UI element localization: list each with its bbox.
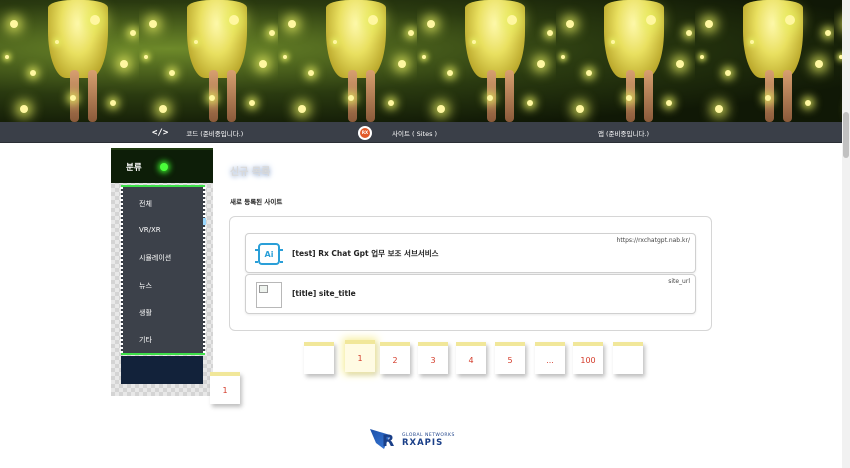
category-item-other[interactable]: 기타: [139, 335, 152, 345]
section-subtitle: 새로 등록된 사이트: [230, 198, 283, 206]
floating-page-button[interactable]: 1: [210, 372, 240, 404]
page: </> 코드 (준비중입니다.) RX 사이트 ( Sites ) 앱 (준비중…: [0, 0, 850, 468]
category-scroll-marker: [203, 218, 206, 225]
nav-app-label: 앱 (준비중입니다.): [598, 129, 650, 138]
page-button-last[interactable]: 100: [573, 342, 603, 374]
rxapis-logo-icon: R: [370, 427, 400, 453]
page-button[interactable]: 3: [418, 342, 448, 374]
page-button[interactable]: 4: [456, 342, 486, 374]
status-indicator-dot: [159, 162, 168, 171]
page-title: 신규 목록: [230, 167, 271, 178]
page-button-current[interactable]: 1: [345, 340, 375, 372]
page-ellipsis: ...: [535, 342, 565, 374]
category-item-news[interactable]: 뉴스: [139, 281, 152, 291]
site-url[interactable]: https://rxchatgpt.nab.kr/: [617, 237, 690, 244]
site-url[interactable]: site_url: [668, 278, 690, 285]
page-button[interactable]: 2: [380, 342, 410, 374]
banner-tile: [556, 0, 695, 122]
banner-tile: [0, 0, 139, 122]
ai-chip-icon: Ai: [255, 243, 283, 265]
banner-tile: [834, 0, 842, 122]
header-banner-image: [0, 0, 842, 122]
banner-tile: [278, 0, 417, 122]
footer-logo[interactable]: R GLOBAL NETWORKS RXAPIS: [370, 426, 455, 454]
site-card[interactable]: Ai [test] Rx Chat Gpt 업무 보조 서브서비스 https:…: [245, 233, 696, 273]
vertical-scrollbar[interactable]: [842, 0, 850, 468]
category-list: 전체 VR/XR 시뮬레이션 뉴스 생활 기타: [120, 185, 206, 355]
site-title[interactable]: [test] Rx Chat Gpt 업무 보조 서브서비스: [292, 248, 439, 259]
top-navbar: </> 코드 (준비중입니다.) RX 사이트 ( Sites ) 앱 (준비중…: [0, 122, 842, 143]
page-next-button[interactable]: [613, 342, 643, 374]
sidebar-title: 분류: [126, 162, 142, 173]
category-item-life[interactable]: 생활: [139, 308, 152, 318]
category-item-simulation[interactable]: 시뮬레이션: [139, 253, 171, 263]
page-button[interactable]: 5: [495, 342, 525, 374]
site-thumbnail: [256, 282, 282, 308]
logo-tagline: GLOBAL NETWORKS: [402, 432, 455, 438]
category-item-all[interactable]: 전체: [139, 199, 152, 209]
page-first-button[interactable]: [304, 342, 334, 374]
category-item-vrxr[interactable]: VR/XR: [139, 226, 161, 234]
sidebar-footer: [121, 356, 203, 384]
nav-code-label: 코드 (준비중입니다.): [186, 129, 244, 138]
sidebar-header: 분류: [111, 148, 213, 183]
nav-item-app[interactable]: 앱 (준비중입니다.): [598, 122, 649, 143]
rx-logo-icon: RX: [358, 125, 372, 140]
banner-tile: [695, 0, 834, 122]
banner-tile: [417, 0, 556, 122]
nav-item-sites[interactable]: RX 사이트 ( Sites ): [358, 122, 437, 143]
broken-image-icon: [256, 282, 282, 308]
site-card[interactable]: [title] site_title site_url: [245, 274, 696, 314]
site-thumbnail: Ai: [255, 241, 283, 267]
nav-sites-label: 사이트 ( Sites ): [392, 129, 438, 138]
scrollbar-thumb[interactable]: [843, 112, 849, 158]
banner-tile: [139, 0, 278, 122]
code-icon: </>: [152, 127, 169, 138]
logo-brand: RXAPIS: [402, 437, 444, 448]
nav-item-code[interactable]: </> 코드 (준비중입니다.): [152, 122, 243, 143]
site-title[interactable]: [title] site_title: [292, 289, 356, 298]
